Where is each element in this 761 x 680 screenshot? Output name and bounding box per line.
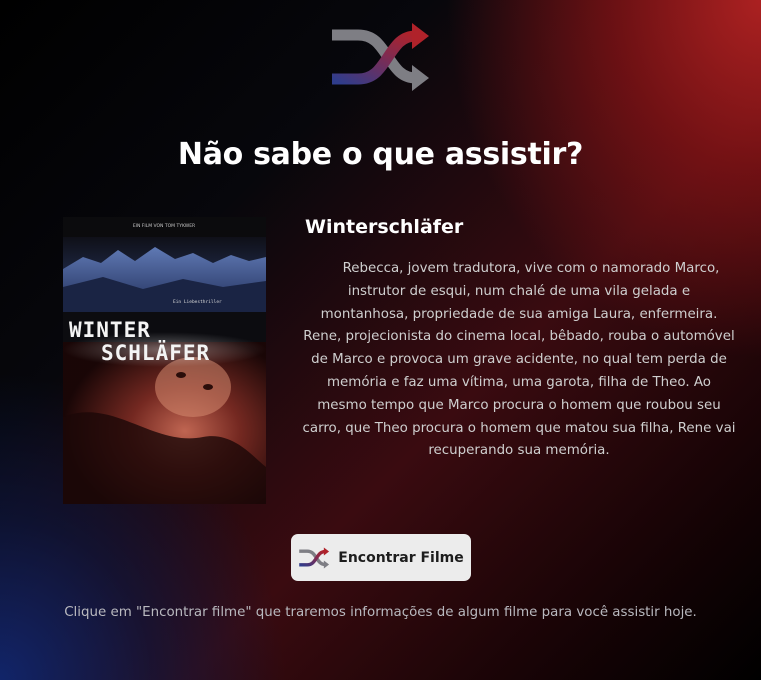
shuffle-icon <box>332 23 429 91</box>
poster-title-line2: SCHLÄFER <box>101 340 210 365</box>
footer-hint: Clique em "Encontrar filme" que traremos… <box>64 605 697 620</box>
page-title: Não sabe o que assistir? <box>177 137 584 172</box>
poster-tagline: Ein Liebesthriller <box>173 299 222 305</box>
poster-title-line1: WINTER <box>69 318 151 342</box>
movie-poster: EIN FILM VON TOM TYKWER Ein Liebesthrill… <box>63 217 266 504</box>
poster-credit: EIN FILM VON TOM TYKWER <box>133 223 195 229</box>
find-movie-button[interactable]: Encontrar Filme <box>291 534 471 581</box>
find-movie-button-label: Encontrar Filme <box>338 549 464 566</box>
shuffle-icon <box>299 547 330 568</box>
movie-title: Winterschläfer <box>305 216 464 238</box>
movie-overview: Rebecca, jovem tradutora, vive com o nam… <box>302 261 736 459</box>
